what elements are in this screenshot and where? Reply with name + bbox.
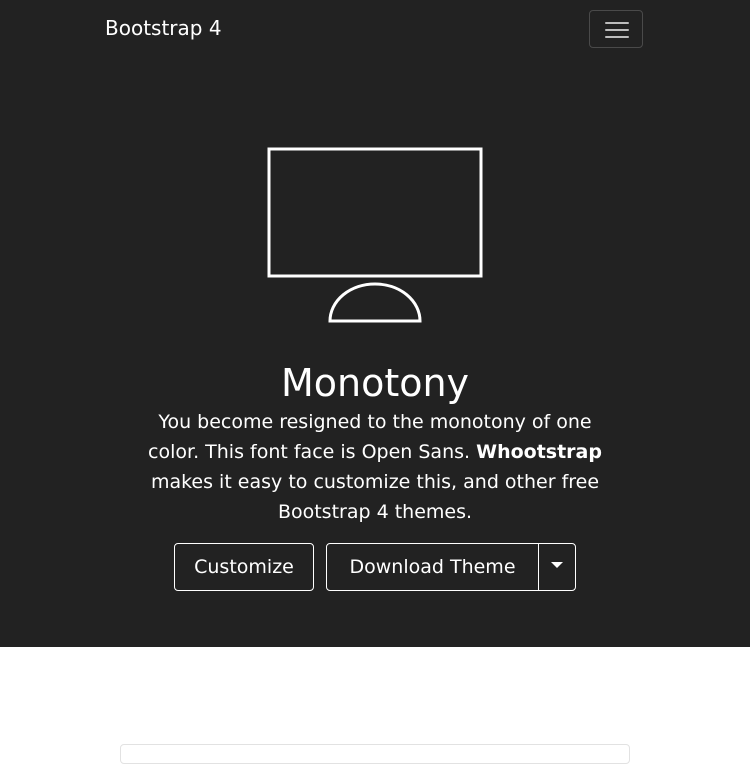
- customize-button[interactable]: Customize: [174, 543, 314, 591]
- content-card: [120, 744, 630, 764]
- hero-lead: You become resigned to the monotony of o…: [145, 407, 605, 527]
- download-theme-button[interactable]: Download Theme: [326, 543, 539, 591]
- download-dropdown-toggle[interactable]: [538, 543, 576, 591]
- lead-text-2: makes it easy to customize this, and oth…: [150, 471, 600, 523]
- hero-section: Bootstrap 4 Monotony You become resigned…: [0, 0, 750, 647]
- caret-down-icon: [551, 562, 563, 568]
- navbar-brand[interactable]: Bootstrap 4: [105, 15, 222, 41]
- hero-title: Monotony: [280, 361, 470, 405]
- monitor-icon: [267, 147, 483, 323]
- navbar-toggler-button[interactable]: [589, 10, 643, 48]
- whootstrap-link[interactable]: Whootstrap: [476, 441, 602, 463]
- download-button-group: Download Theme: [326, 543, 576, 591]
